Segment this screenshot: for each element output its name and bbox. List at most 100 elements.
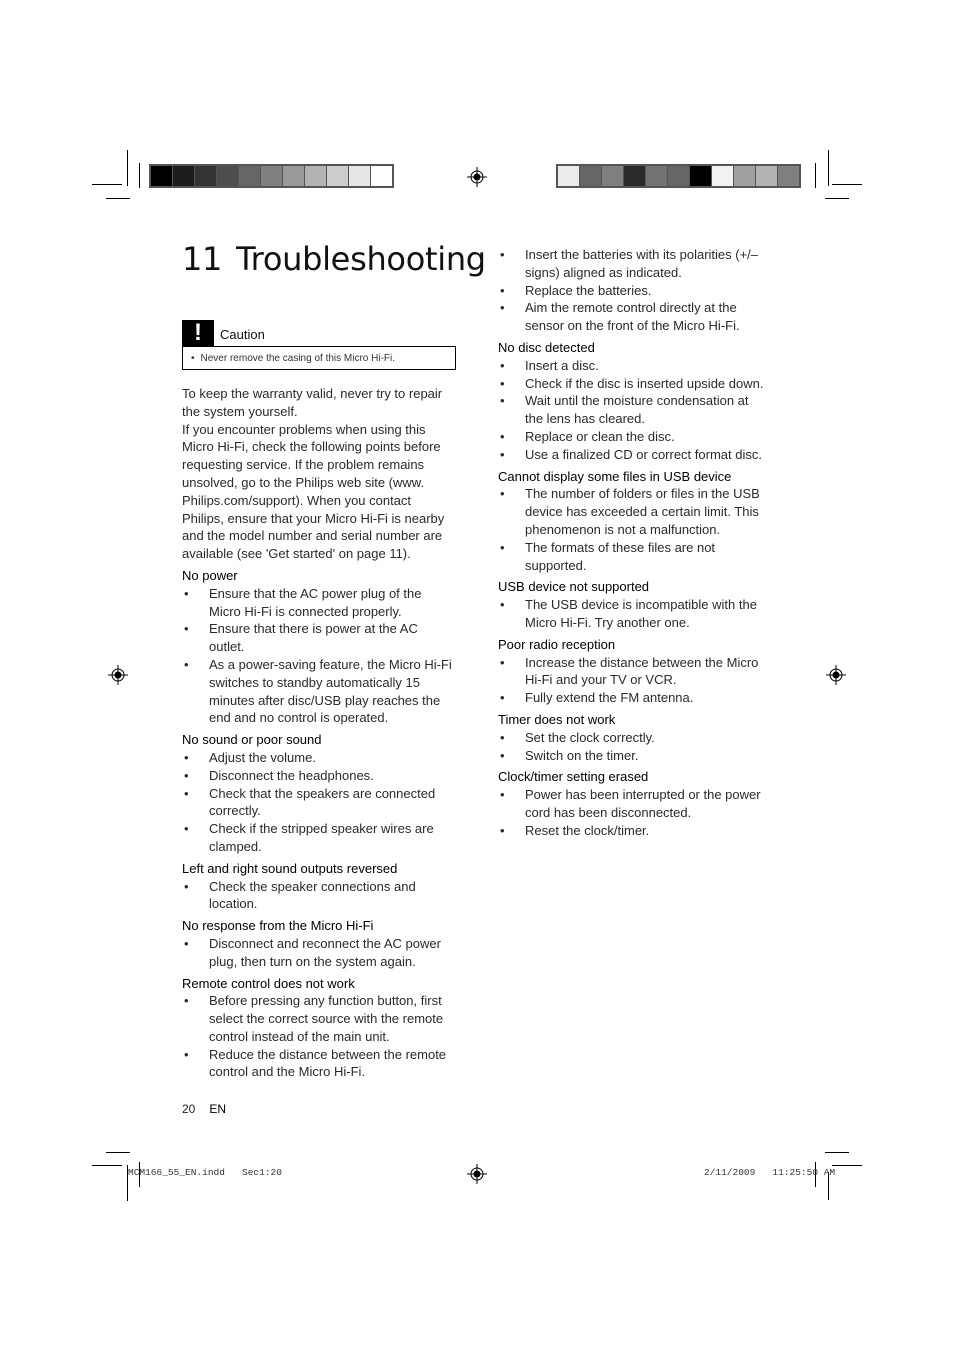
bullet: • bbox=[184, 821, 189, 837]
slug-file-info: MCM166_55_EN.indd Sec1:20 bbox=[128, 1167, 282, 1178]
registration-mark-icon bbox=[826, 665, 846, 685]
item-text: Check if the disc is inserted upside dow… bbox=[525, 375, 764, 391]
bullet: • bbox=[500, 690, 505, 706]
section-title: No sound or poor sound bbox=[182, 732, 322, 748]
section-no-power: No power • Ensure that the AC power plug … bbox=[182, 567, 454, 727]
list-item: • The number of folders or files in the U… bbox=[498, 485, 770, 538]
section-radio-reception: Poor radio reception • Increase the dista… bbox=[498, 636, 770, 707]
item-text: Insert a disc. bbox=[525, 357, 599, 373]
crop-mark bbox=[828, 150, 829, 186]
list-item: • Before pressing any function button, fi… bbox=[182, 992, 454, 1045]
item-text: Wait until the moisture condensation at … bbox=[525, 393, 749, 427]
color-swatch bbox=[712, 166, 733, 186]
color-calibration-bar-right bbox=[556, 164, 801, 188]
item-text: Check if the stripped speaker wires are … bbox=[209, 821, 434, 854]
bullet: • bbox=[500, 247, 505, 262]
item-text: Set the clock correctly. bbox=[525, 729, 655, 745]
bullet: • bbox=[500, 375, 505, 391]
item-text: As a power-saving feature, the Micro Hi-… bbox=[209, 656, 452, 726]
item-text: Disconnect and reconnect the AC power pl… bbox=[209, 935, 441, 969]
color-swatch bbox=[217, 166, 238, 186]
crop-mark bbox=[127, 150, 128, 186]
bullet: • bbox=[184, 656, 189, 672]
color-swatch bbox=[690, 166, 711, 186]
list-item: • Increase the distance between the Micro… bbox=[498, 654, 770, 690]
bullet: • bbox=[184, 785, 189, 801]
bullet: • bbox=[184, 1046, 189, 1062]
item-text: Aim the remote control directly at the s… bbox=[525, 300, 740, 334]
caution-text: Never remove the casing of this Micro Hi… bbox=[200, 353, 396, 364]
item-text: Check the speaker connections and locati… bbox=[209, 878, 416, 912]
exclamation-icon: ! bbox=[182, 320, 214, 346]
color-swatch bbox=[756, 166, 777, 186]
list-item: • Replace or clean the disc. bbox=[498, 428, 770, 446]
item-text: Ensure that there is power at the AC out… bbox=[209, 621, 418, 655]
section-title: No disc detected bbox=[498, 339, 595, 355]
list-item: • Set the clock correctly. bbox=[498, 729, 770, 747]
bullet: • bbox=[184, 935, 189, 951]
color-swatch bbox=[778, 166, 799, 186]
item-text: Increase the distance between the Micro … bbox=[525, 654, 759, 688]
item-text: Power has been interrupted or the power … bbox=[525, 787, 761, 820]
caution-label: Caution bbox=[220, 327, 265, 342]
list-item: • Fully extend the FM antenna. bbox=[498, 689, 770, 707]
section-usb-files: Cannot display some files in USB device … bbox=[498, 468, 770, 575]
section-remote-control-continued: • Insert the batteries with its polaritie… bbox=[498, 246, 770, 335]
page-number: 20 bbox=[182, 1102, 196, 1116]
list-item: • Replace the batteries. bbox=[498, 282, 770, 300]
section-title: Remote control does not work bbox=[182, 975, 355, 991]
color-swatch bbox=[349, 166, 370, 186]
crop-mark bbox=[825, 198, 849, 199]
item-text: Disconnect the headphones. bbox=[209, 767, 374, 783]
item-text: The number of folders or files in the US… bbox=[525, 486, 760, 537]
color-swatch bbox=[624, 166, 645, 186]
slug-datetime: 2/11/2009 11:25:50 AM bbox=[704, 1167, 836, 1178]
list-item: • Check the speaker connections and locat… bbox=[182, 878, 454, 914]
item-text: Fully extend the FM antenna. bbox=[525, 690, 694, 706]
list-item: • Ensure that the AC power plug of the Mi… bbox=[182, 585, 454, 621]
bullet: • bbox=[500, 729, 505, 745]
crop-mark bbox=[92, 1165, 122, 1166]
item-text: Ensure that the AC power plug of the Mic… bbox=[209, 585, 422, 619]
color-swatch bbox=[239, 166, 260, 186]
crop-mark bbox=[815, 163, 816, 188]
section-title: USB device not supported bbox=[498, 579, 650, 595]
list-item: • Reset the clock/timer. bbox=[498, 822, 770, 840]
section-remote-control: Remote control does not work • Before pre… bbox=[182, 975, 454, 1082]
list-item: • Check if the disc is inserted upside do… bbox=[498, 375, 770, 393]
list-item: • As a power-saving feature, the Micro Hi… bbox=[182, 656, 454, 727]
list-item: • The formats of these files are not supp… bbox=[498, 539, 770, 575]
bullet: • bbox=[184, 749, 189, 765]
color-swatch bbox=[734, 166, 755, 186]
item-text: The formats of these files are not suppo… bbox=[525, 539, 716, 573]
bullet: • bbox=[184, 585, 189, 601]
list-item: • Ensure that there is power at the AC ou… bbox=[182, 620, 454, 656]
section-no-sound: No sound or poor sound • Adjust the volum… bbox=[182, 731, 454, 856]
color-swatch bbox=[283, 166, 304, 186]
list-item: • Check that the speakers are connected c… bbox=[182, 785, 454, 821]
caution-body: • Never remove the casing of this Micro H… bbox=[182, 346, 456, 370]
section-title: Cannot display some files in USB device bbox=[498, 468, 732, 484]
color-swatch bbox=[195, 166, 216, 186]
bullet: • bbox=[500, 446, 505, 462]
crop-mark bbox=[106, 198, 130, 199]
color-swatch bbox=[173, 166, 194, 186]
page-title: 11 Troubleshooting bbox=[182, 240, 486, 278]
list-item: • Use a finalized CD or correct format di… bbox=[498, 446, 770, 464]
list-item: • Reduce the distance between the remote … bbox=[182, 1046, 454, 1082]
color-swatch bbox=[151, 166, 172, 186]
color-swatch bbox=[580, 166, 601, 186]
item-text: Use a finalized CD or correct format dis… bbox=[525, 446, 762, 462]
registration-mark-icon bbox=[108, 665, 128, 685]
list-item: • Disconnect the headphones. bbox=[182, 767, 454, 785]
bullet: • bbox=[500, 428, 505, 444]
bullet: • bbox=[500, 597, 505, 613]
list-item: • Insert a disc. bbox=[498, 357, 770, 375]
section-timer: Timer does not work • Set the clock corre… bbox=[498, 711, 770, 764]
list-item: • Aim the remote control directly at the … bbox=[498, 299, 770, 335]
color-swatch bbox=[646, 166, 667, 186]
bullet: • bbox=[184, 767, 189, 783]
list-item: • Adjust the volume. bbox=[182, 749, 454, 767]
color-swatch bbox=[668, 166, 689, 186]
item-text: Check that the speakers are connected co… bbox=[209, 785, 436, 819]
